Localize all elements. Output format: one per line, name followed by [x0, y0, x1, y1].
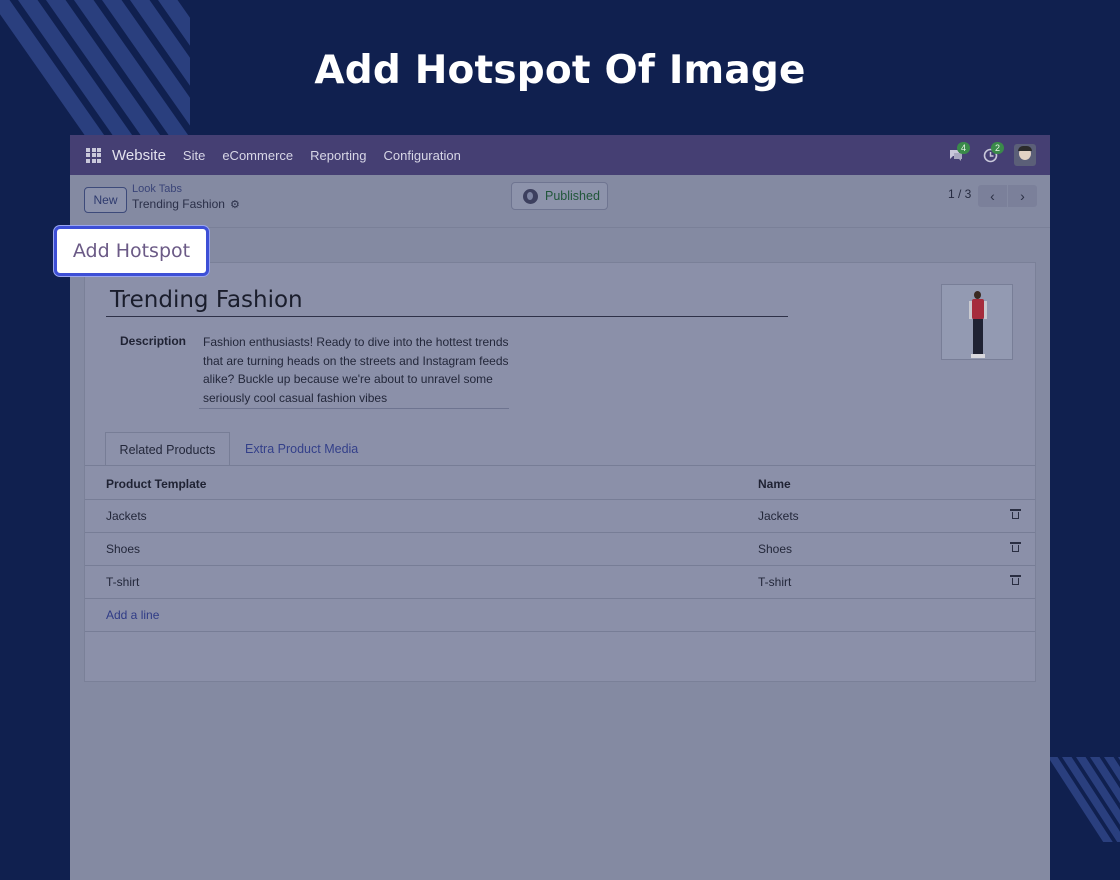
description-label: Description — [120, 334, 187, 348]
cell-name[interactable]: T-shirt — [758, 575, 791, 589]
breadcrumb-parent[interactable]: Look Tabs — [132, 183, 182, 195]
add-hotspot-button[interactable]: Add Hotspot — [54, 226, 209, 276]
globe-icon — [523, 188, 538, 204]
activities-count-badge: 2 — [991, 142, 1005, 154]
nav-item-configuration[interactable]: Configuration — [384, 148, 461, 163]
cell-product-template[interactable]: T-shirt — [106, 575, 139, 589]
form-sheet: Trending Fashion Description Fashion ent… — [84, 262, 1036, 682]
pager-previous-button[interactable]: ‹ — [978, 185, 1007, 207]
gear-icon[interactable]: ⚙ — [230, 198, 240, 211]
user-avatar[interactable] — [1014, 144, 1036, 166]
messages-count-badge: 4 — [957, 142, 971, 154]
column-header-product-template[interactable]: Product Template — [106, 477, 206, 491]
record-image[interactable] — [941, 284, 1013, 360]
trash-icon[interactable] — [1010, 542, 1021, 553]
trash-icon[interactable] — [1010, 575, 1021, 586]
description-field[interactable]: Fashion enthusiasts! Ready to dive into … — [203, 333, 513, 407]
messages-icon[interactable]: 4 — [946, 142, 971, 165]
cell-product-template[interactable]: Jackets — [106, 509, 147, 523]
add-line-link[interactable]: Add a line — [106, 608, 159, 622]
table-row[interactable]: Jackets Jackets — [85, 499, 1035, 533]
app-window: Website Site eCommerce Reporting Configu… — [70, 135, 1050, 880]
nav-item-reporting[interactable]: Reporting — [310, 148, 366, 163]
tab-related-products[interactable]: Related Products — [105, 432, 230, 466]
cell-product-template[interactable]: Shoes — [106, 542, 140, 556]
column-header-name[interactable]: Name — [758, 477, 791, 491]
cell-name[interactable]: Jackets — [758, 509, 799, 523]
table-row[interactable]: Shoes Shoes — [85, 532, 1035, 566]
published-button[interactable]: Published — [511, 182, 608, 210]
chevron-left-icon: ‹ — [990, 188, 995, 204]
nav-item-ecommerce[interactable]: eCommerce — [222, 148, 293, 163]
title-underline — [106, 316, 788, 317]
description-underline — [199, 408, 509, 409]
app-brand[interactable]: Website — [112, 147, 166, 164]
top-navbar: Website Site eCommerce Reporting Configu… — [70, 135, 1050, 175]
published-label: Published — [545, 189, 600, 203]
cell-name[interactable]: Shoes — [758, 542, 792, 556]
apps-menu-icon[interactable] — [86, 147, 101, 163]
trash-icon[interactable] — [1010, 509, 1021, 520]
chevron-right-icon: › — [1020, 188, 1025, 204]
pager-value[interactable]: 1 / 3 — [948, 187, 971, 201]
decorative-stripes-bottom-right — [1048, 757, 1120, 842]
breadcrumb-current: Trending Fashion ⚙ — [132, 197, 240, 211]
new-button[interactable]: New — [84, 187, 127, 213]
add-line-row: Add a line — [85, 598, 1035, 632]
table-row[interactable]: T-shirt T-shirt — [85, 565, 1035, 599]
pager-next-button[interactable]: › — [1008, 185, 1037, 207]
tab-extra-product-media[interactable]: Extra Product Media — [245, 432, 358, 466]
person-image — [968, 291, 988, 359]
record-title[interactable]: Trending Fashion — [110, 287, 303, 313]
page-title: Add Hotspot Of Image — [314, 48, 806, 93]
breadcrumb-current-label: Trending Fashion — [132, 197, 225, 211]
table-header: Product Template Name — [85, 466, 1035, 500]
activities-clock-icon[interactable]: 2 — [980, 142, 1005, 165]
control-panel: New Look Tabs Trending Fashion ⚙ Publishe… — [70, 175, 1050, 228]
nav-item-site[interactable]: Site — [183, 148, 205, 163]
